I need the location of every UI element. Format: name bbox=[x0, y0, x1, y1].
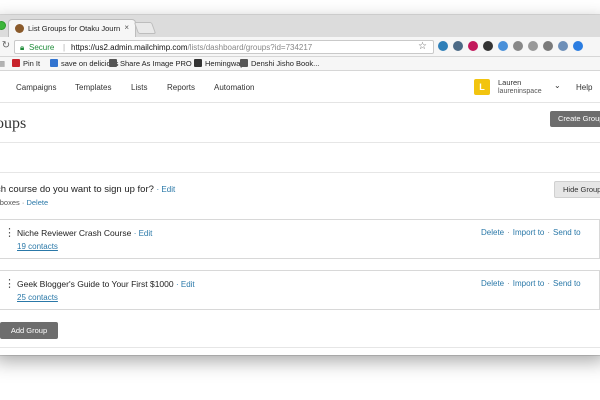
delicious-icon bbox=[50, 59, 58, 67]
url-text[interactable]: https://us2.admin.mailchimp.com/lists/da… bbox=[71, 43, 312, 52]
group-name: Niche Reviewer Crash Course bbox=[17, 228, 132, 238]
extension-a-icon[interactable] bbox=[438, 41, 448, 51]
group-card: ⋮ Niche Reviewer Crash Course · Edit 19 … bbox=[0, 219, 600, 259]
pinterest-ext-icon[interactable] bbox=[468, 41, 478, 51]
chevron-down-icon[interactable]: ⌄ bbox=[554, 81, 561, 90]
extension-g-icon[interactable] bbox=[543, 41, 553, 51]
nav-automation[interactable]: Automation bbox=[214, 83, 254, 92]
bookmark-label: Pin It bbox=[23, 59, 41, 68]
create-group-button[interactable]: Create Group bbox=[550, 111, 600, 127]
group-actions: Delete · Import to · Send to bbox=[481, 279, 581, 288]
hemingway-icon bbox=[194, 59, 202, 67]
action-separator: · bbox=[507, 228, 510, 237]
edit-category-link[interactable]: · Edit bbox=[157, 185, 176, 194]
secure-label: Secure bbox=[29, 43, 55, 52]
bookmark-label: Share As Image PRO bbox=[120, 59, 192, 68]
pinterest-icon bbox=[12, 59, 20, 67]
extension-d-icon[interactable] bbox=[498, 41, 508, 51]
group-card: ⋮ Geek Blogger's Guide to Your First $10… bbox=[0, 270, 600, 310]
apps-icon[interactable]: ▦ bbox=[0, 59, 5, 68]
url-domain: https://us2.admin.mailchimp.com bbox=[71, 43, 188, 52]
extension-h-icon[interactable] bbox=[558, 41, 568, 51]
divider bbox=[0, 347, 600, 348]
delete-group-link[interactable]: Delete bbox=[481, 279, 504, 288]
action-separator: · bbox=[507, 279, 510, 288]
bookmark-denshi-jisho[interactable]: Denshi Jisho Book... bbox=[240, 59, 319, 68]
group-name-row: Geek Blogger's Guide to Your First $1000… bbox=[17, 279, 195, 289]
group-name-row: Niche Reviewer Crash Course · Edit bbox=[17, 228, 152, 238]
meta-separator: · bbox=[21, 198, 25, 207]
browser-tab[interactable]: List Groups for Otaku Journalist × bbox=[8, 19, 136, 37]
group-category-title: ch course do you want to sign up for? · … bbox=[0, 184, 175, 195]
nav-lists[interactable]: Lists bbox=[131, 83, 147, 92]
nav-campaigns[interactable]: Campaigns bbox=[16, 83, 56, 92]
nav-reports[interactable]: Reports bbox=[167, 83, 195, 92]
nav-templates[interactable]: Templates bbox=[75, 83, 111, 92]
send-to-link[interactable]: Send to bbox=[553, 228, 581, 237]
address-bar[interactable]: 🔒︎ Secure | https://us2.admin.mailchimp.… bbox=[14, 40, 434, 54]
divider bbox=[0, 172, 600, 173]
extension-e-icon[interactable] bbox=[513, 41, 523, 51]
new-tab-button[interactable] bbox=[133, 22, 157, 34]
extension-b-icon[interactable] bbox=[453, 41, 463, 51]
help-link[interactable]: Help bbox=[576, 83, 592, 92]
import-to-link[interactable]: Import to bbox=[513, 279, 545, 288]
drag-handle-icon[interactable]: ⋮ bbox=[4, 279, 15, 290]
window-maximize-icon[interactable] bbox=[0, 21, 6, 30]
bookmark-label: Denshi Jisho Book... bbox=[251, 59, 320, 68]
user-handle[interactable]: laureninspace bbox=[498, 88, 542, 95]
delete-category-link[interactable]: Delete bbox=[26, 198, 48, 207]
category-meta: kboxes · Delete bbox=[0, 198, 48, 207]
lock-icon: 🔒︎ bbox=[20, 43, 25, 52]
input-type: kboxes bbox=[0, 198, 20, 207]
tab-title: List Groups for Otaku Journalist bbox=[28, 24, 120, 33]
bookmark-share-as-image[interactable]: Share As Image PRO bbox=[109, 59, 192, 68]
add-group-button[interactable]: Add Group bbox=[0, 322, 58, 339]
import-to-link[interactable]: Import to bbox=[513, 228, 545, 237]
edit-group-link[interactable]: · Edit bbox=[176, 280, 195, 289]
avatar[interactable]: L bbox=[474, 79, 490, 95]
page-icon bbox=[240, 59, 248, 67]
drag-handle-icon[interactable]: ⋮ bbox=[4, 228, 15, 239]
group-contacts-link[interactable]: 19 contacts bbox=[17, 242, 58, 251]
action-separator: · bbox=[547, 228, 551, 237]
group-contacts-link[interactable]: 25 contacts bbox=[17, 293, 58, 302]
reload-icon[interactable]: ↻ bbox=[0, 40, 12, 51]
group-name: Geek Blogger's Guide to Your First $1000 bbox=[17, 279, 174, 289]
page-title: oups bbox=[0, 115, 27, 132]
extension-i-icon[interactable] bbox=[573, 41, 583, 51]
bookmark-star-icon[interactable]: ☆ bbox=[418, 41, 427, 52]
app-navigation: Campaigns Templates Lists Reports Automa… bbox=[0, 71, 600, 103]
delete-group-link[interactable]: Delete bbox=[481, 228, 504, 237]
extension-f-icon[interactable] bbox=[528, 41, 538, 51]
mailchimp-favicon-icon bbox=[15, 24, 24, 33]
bookmarks-bar: ▦ Pin It save on delicious Share As Imag… bbox=[0, 57, 600, 71]
user-name[interactable]: Lauren bbox=[498, 78, 521, 87]
action-separator: · bbox=[547, 279, 551, 288]
bookmark-label: Hemingway bbox=[205, 59, 245, 68]
edit-group-link[interactable]: · Edit bbox=[134, 229, 153, 238]
bookmark-hemingway[interactable]: Hemingway bbox=[194, 59, 244, 68]
group-actions: Delete · Import to · Send to bbox=[481, 228, 581, 237]
omnibox-separator: | bbox=[63, 43, 66, 52]
browser-toolbar: ↻ 🔒︎ Secure | https://us2.admin.mailchim… bbox=[0, 37, 600, 57]
bookmark-pin-it[interactable]: Pin It bbox=[12, 59, 40, 68]
tab-strip: List Groups for Otaku Journalist × bbox=[0, 15, 600, 37]
hide-groups-button[interactable]: Hide Group bbox=[554, 181, 600, 198]
send-to-link[interactable]: Send to bbox=[553, 279, 581, 288]
divider bbox=[0, 142, 600, 143]
tab-close-icon[interactable]: × bbox=[124, 23, 129, 32]
extension-c-icon[interactable] bbox=[483, 41, 493, 51]
share-image-icon bbox=[109, 59, 117, 67]
url-path: /lists/dashboard/groups?id=734217 bbox=[187, 43, 313, 52]
question-text: ch course do you want to sign up for? bbox=[0, 184, 154, 195]
browser-window: List Groups for Otaku Journalist × ↻ 🔒︎ … bbox=[0, 15, 600, 355]
